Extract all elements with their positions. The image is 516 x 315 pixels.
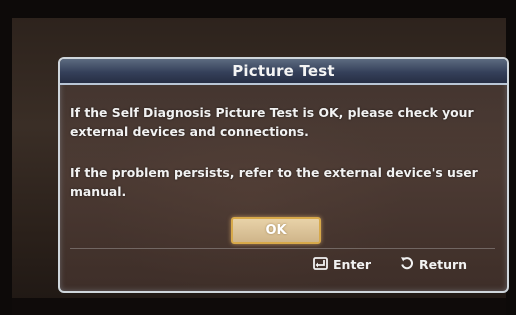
dialog-titlebar: Picture Test bbox=[60, 59, 507, 85]
return-icon bbox=[400, 256, 414, 275]
return-hint: Return bbox=[400, 256, 467, 274]
picture-test-dialog: Picture Test If the Self Diagnosis Pictu… bbox=[58, 57, 509, 293]
tv-bezel-left bbox=[0, 0, 12, 315]
dialog-message-problem: If the problem persists, refer to the ex… bbox=[70, 165, 478, 199]
dialog-message-ok: If the Self Diagnosis Picture Test is OK… bbox=[70, 105, 474, 139]
tv-bezel-bottom bbox=[0, 298, 516, 315]
footer-divider bbox=[70, 248, 495, 249]
enter-hint: Enter bbox=[313, 256, 371, 274]
return-hint-label: Return bbox=[419, 257, 468, 272]
ok-button[interactable]: OK bbox=[231, 217, 321, 244]
enter-icon bbox=[313, 256, 328, 275]
tv-bezel-top bbox=[0, 0, 516, 18]
enter-hint-label: Enter bbox=[333, 257, 372, 272]
ok-button-label: OK bbox=[265, 223, 287, 238]
dialog-title: Picture Test bbox=[232, 62, 335, 80]
